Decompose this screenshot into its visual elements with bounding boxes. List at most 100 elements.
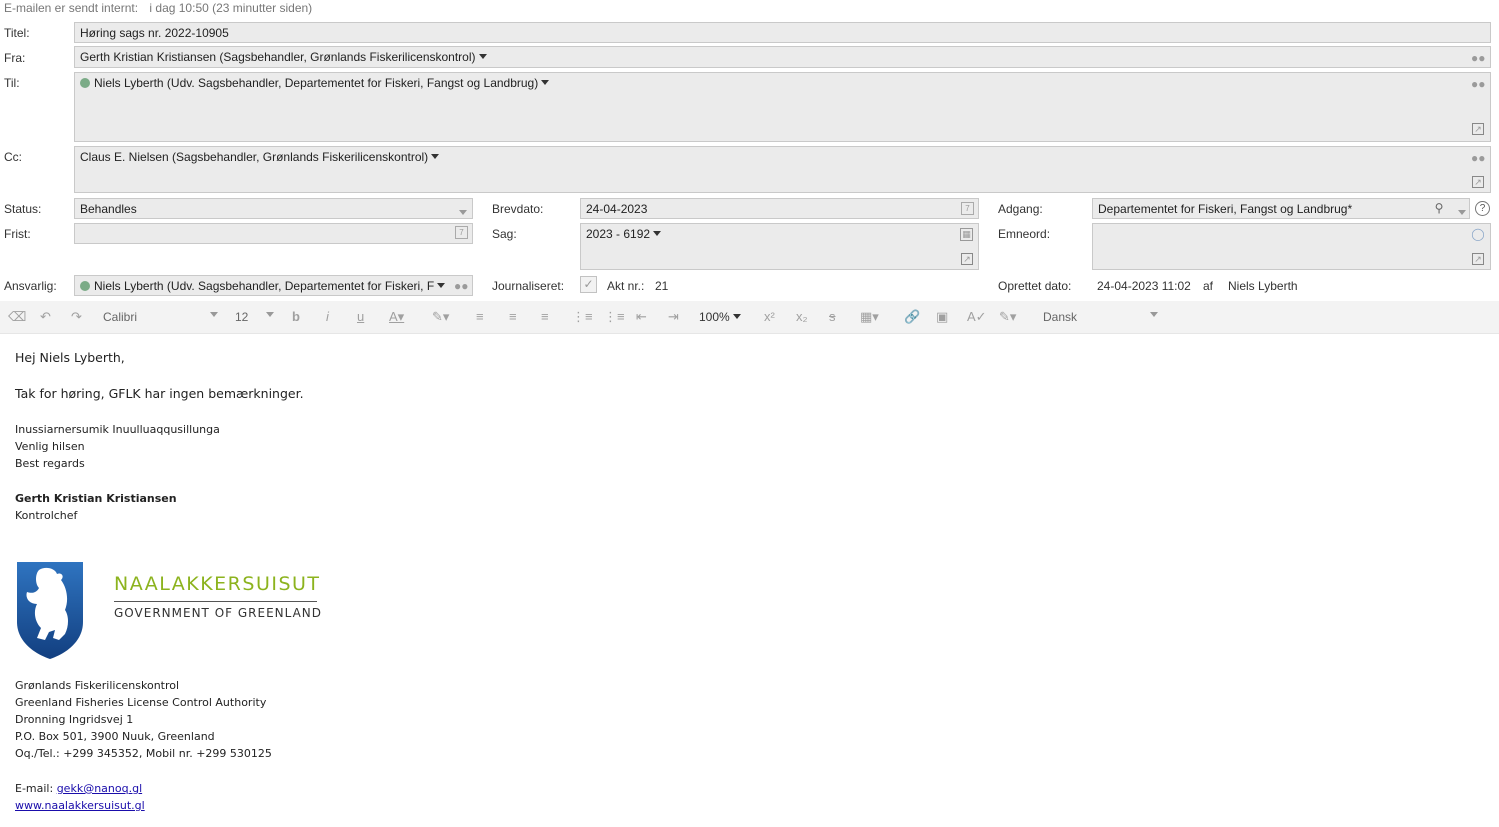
- logo-title: NAALAKKERSUISUT: [114, 573, 321, 595]
- email-link[interactable]: gekk@nanoq.gl: [57, 782, 142, 795]
- website-link[interactable]: www.naalakkersuisut.gl: [15, 799, 145, 812]
- cc-value: Claus E. Nielsen (Sagsbehandler, Grønlan…: [80, 150, 429, 164]
- bullet-list-icon[interactable]: ⋮≡: [572, 309, 593, 325]
- strikethrough-icon[interactable]: s: [829, 309, 836, 325]
- til-value: Niels Lyberth (Udv. Sagsbehandler, Depar…: [94, 76, 539, 90]
- chevron-down-icon[interactable]: [1147, 307, 1158, 323]
- til-dropdown-icon[interactable]: [541, 80, 550, 85]
- underline-icon[interactable]: u: [357, 309, 364, 325]
- presence-icon: [80, 78, 90, 88]
- ansvarlig-value: Niels Lyberth (Udv. Sagsbehandler, Depar…: [94, 279, 435, 293]
- expand-icon[interactable]: ↗: [1472, 176, 1484, 188]
- oprettet-value: 24-04-2023 11:02: [1097, 279, 1191, 293]
- brevdato-date-input[interactable]: 24-04-2023: [580, 198, 979, 219]
- status-select[interactable]: Behandles: [74, 198, 473, 219]
- sag-value: 2023 - 6192: [586, 227, 651, 241]
- link-icon[interactable]: 🔗: [904, 309, 920, 325]
- people-icon[interactable]: ●●: [454, 279, 469, 293]
- address-line: Dronning Ingridsvej 1: [15, 713, 134, 726]
- sag-field[interactable]: 2023 - 6192: [580, 223, 979, 270]
- cc-field[interactable]: Claus E. Nielsen (Sagsbehandler, Grønlan…: [74, 146, 1491, 193]
- clear-format-icon[interactable]: ⌫: [8, 309, 26, 325]
- help-icon[interactable]: ?: [1475, 201, 1490, 216]
- font-size-select[interactable]: 12: [235, 309, 248, 325]
- ansvarlig-dropdown-icon[interactable]: [437, 283, 446, 288]
- chevron-down-icon[interactable]: [207, 307, 218, 323]
- fra-dropdown-icon[interactable]: [478, 54, 487, 59]
- font-color-icon[interactable]: A▾: [389, 309, 404, 325]
- journaliseret-label: Journaliseret:: [492, 279, 565, 293]
- sent-time: i dag 10:50 (23 minutter siden): [149, 1, 313, 15]
- til-label: Til:: [4, 76, 20, 90]
- emneord-label: Emneord:: [998, 227, 1051, 241]
- image-icon[interactable]: ▣: [936, 309, 948, 325]
- cc-dropdown-icon[interactable]: [431, 154, 440, 159]
- sender-title: Kontrolchef: [15, 509, 78, 522]
- frist-label: Frist:: [4, 227, 31, 241]
- cc-label: Cc:: [4, 150, 22, 164]
- numbered-list-icon[interactable]: ⋮≡: [604, 309, 625, 325]
- people-icon[interactable]: ●●: [1471, 51, 1486, 65]
- calendar-icon[interactable]: 7: [961, 202, 974, 215]
- email-line: E-mail: gekk@nanoq.gl: [15, 782, 142, 795]
- edit-icon[interactable]: ✎▾: [999, 309, 1016, 325]
- oprettet-by: Niels Lyberth: [1228, 279, 1298, 293]
- frist-date-input[interactable]: [74, 223, 473, 244]
- calendar-icon[interactable]: 7: [455, 226, 468, 239]
- status-value: Behandles: [80, 202, 137, 216]
- highlight-icon[interactable]: ✎▾: [432, 309, 449, 325]
- language-select[interactable]: Dansk: [1043, 309, 1077, 325]
- presence-icon: [80, 281, 90, 291]
- emneord-field[interactable]: [1092, 223, 1491, 270]
- til-field[interactable]: Niels Lyberth (Udv. Sagsbehandler, Depar…: [74, 72, 1491, 142]
- expand-icon[interactable]: ↗: [961, 253, 973, 265]
- greenland-coat-of-arms-logo: [17, 562, 83, 659]
- key-icon[interactable]: ⚲: [1432, 201, 1446, 215]
- titel-field[interactable]: Høring sags nr. 2022-10905: [74, 22, 1491, 43]
- journaliseret-checkbox[interactable]: ✓: [580, 276, 597, 293]
- italic-icon[interactable]: i: [326, 309, 329, 325]
- chevron-down-icon[interactable]: [263, 307, 274, 323]
- outdent-icon[interactable]: ⇤: [636, 309, 647, 325]
- tag-icon[interactable]: ◯: [1471, 227, 1485, 241]
- address-line: Oq./Tel.: +299 345352, Mobil nr. +299 53…: [15, 747, 272, 760]
- spellcheck-icon[interactable]: A✓: [967, 309, 987, 325]
- status-label: Status:: [4, 202, 42, 216]
- align-left-icon[interactable]: ≡: [476, 309, 484, 325]
- editor-toolbar: ⌫ ↶ ↷ Calibri 12 b i u A▾ ✎▾ ≡ ≡ ≡ ⋮≡ ⋮≡…: [0, 301, 1499, 334]
- fra-label: Fra:: [4, 51, 26, 65]
- sender-name: Gerth Kristian Kristiansen: [15, 492, 177, 505]
- people-icon[interactable]: ●●: [1471, 151, 1486, 165]
- undo-icon[interactable]: ↶: [40, 309, 51, 325]
- logo-subtitle: GOVERNMENT OF GREENLAND: [114, 606, 323, 620]
- af-label: af: [1203, 279, 1214, 293]
- align-right-icon[interactable]: ≡: [541, 309, 549, 325]
- bold-icon[interactable]: b: [292, 309, 300, 325]
- table-icon[interactable]: ▦▾: [860, 309, 879, 325]
- expand-icon[interactable]: ↗: [1472, 253, 1484, 265]
- ansvarlig-field[interactable]: Niels Lyberth (Udv. Sagsbehandler, Depar…: [74, 275, 473, 296]
- adgang-label: Adgang:: [998, 202, 1043, 216]
- brevdato-label: Brevdato:: [492, 202, 544, 216]
- web-line: www.naalakkersuisut.gl: [15, 799, 145, 812]
- redo-icon[interactable]: ↷: [71, 309, 82, 325]
- subscript-icon[interactable]: x₂: [796, 309, 808, 325]
- align-center-icon[interactable]: ≡: [509, 309, 517, 325]
- closing-line: Venlig hilsen: [15, 440, 85, 453]
- font-select[interactable]: Calibri: [103, 309, 137, 325]
- superscript-icon[interactable]: x²: [764, 309, 775, 325]
- expand-icon[interactable]: ↗: [1472, 123, 1484, 135]
- body-line: Tak for høring, GFLK har ingen bemærknin…: [15, 386, 304, 401]
- fra-field[interactable]: Gerth Kristian Kristiansen (Sagsbehandle…: [74, 46, 1491, 68]
- case-grid-icon[interactable]: ▦: [960, 228, 973, 241]
- adgang-value: Departementet for Fiskeri, Fangst og Lan…: [1098, 202, 1353, 216]
- sent-label: E-mailen er sendt internt:: [4, 1, 139, 15]
- people-icon[interactable]: ●●: [1471, 77, 1486, 91]
- zoom-select[interactable]: 100%: [699, 309, 741, 325]
- chevron-down-icon[interactable]: [456, 206, 467, 220]
- adgang-select[interactable]: Departementet for Fiskeri, Fangst og Lan…: [1092, 198, 1470, 219]
- indent-icon[interactable]: ⇥: [668, 309, 679, 325]
- chevron-down-icon[interactable]: [1455, 206, 1466, 220]
- zoom-value: 100%: [699, 310, 730, 324]
- sag-dropdown-icon[interactable]: [653, 231, 662, 236]
